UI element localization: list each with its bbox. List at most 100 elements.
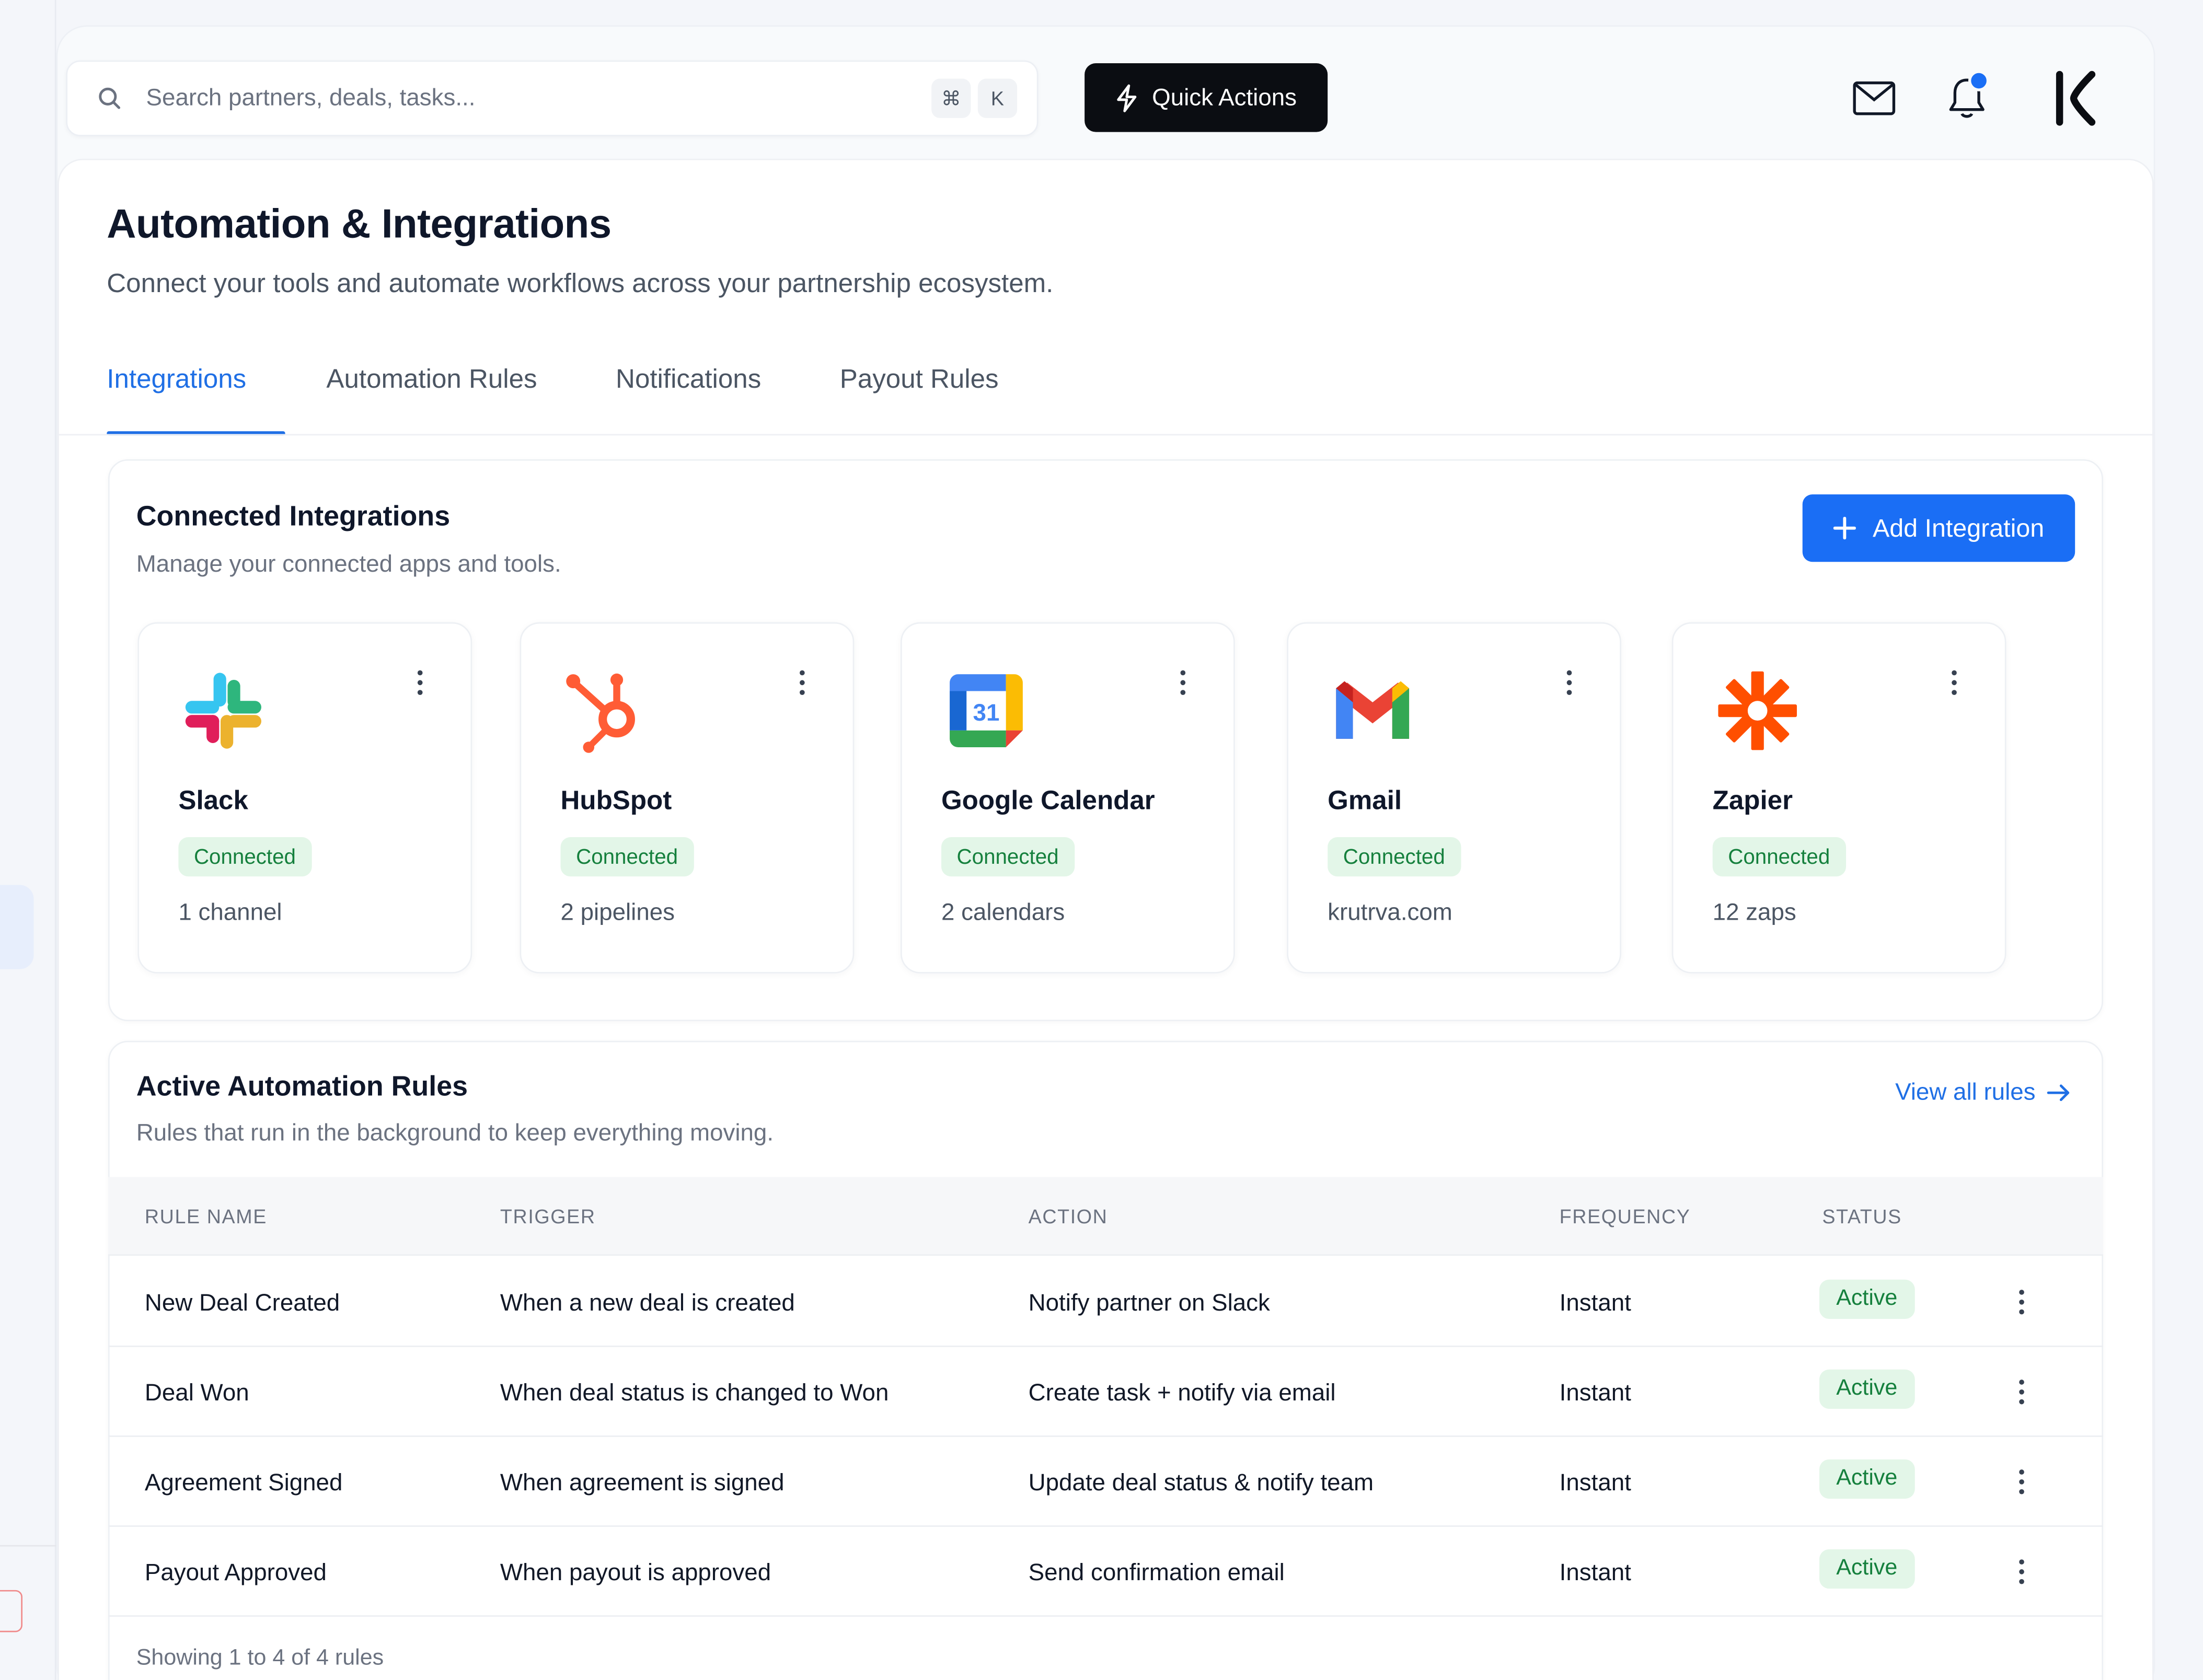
column-header-action[interactable]: ACTION (1029, 1205, 1108, 1227)
integrations-section-subtitle: Manage your connected apps and tools. (136, 550, 561, 577)
status-badge: Active (1819, 1279, 1914, 1319)
status-badge: Active (1819, 1459, 1914, 1499)
slack-logo-icon (185, 673, 261, 749)
sidebar (0, 0, 56, 1680)
add-integration-button[interactable]: Add Integration (1802, 494, 2075, 562)
integration-card-gmail[interactable]: Gmail Connected krutrva.com (1287, 622, 1621, 974)
integration-card-zapier[interactable]: Zapier Connected 12 zaps (1671, 622, 2006, 974)
more-vertical-icon (2019, 1559, 2024, 1584)
app-root: ⌘ K Quick Actions Automation & Integrati… (0, 0, 2203, 1680)
table-row[interactable]: New Deal Created When a new deal is crea… (108, 1257, 2103, 1347)
integration-name: Zapier (1712, 786, 1793, 816)
integration-card-google-calendar[interactable]: 31 Google Calendar Connected 2 calendars (901, 622, 1235, 974)
tab-divider (57, 434, 2154, 436)
table-row[interactable]: Deal Won When deal status is changed to … (108, 1347, 2103, 1437)
frequency-cell: Instant (1559, 1559, 1631, 1586)
rules-section-title: Active Automation Rules (136, 1071, 468, 1103)
integration-menu-button[interactable] (788, 666, 816, 700)
sidebar-active-item[interactable] (0, 885, 34, 969)
table-row[interactable]: Payout Approved When payout is approved … (108, 1527, 2103, 1617)
quick-actions-button[interactable]: Quick Actions (1085, 63, 1328, 132)
row-menu-button[interactable] (2008, 1555, 2036, 1589)
frequency-cell: Instant (1559, 1469, 1631, 1496)
rules-table-header: RULE NAME TRIGGER ACTION FREQUENCY STATU… (108, 1177, 2103, 1256)
column-header-frequency[interactable]: FREQUENCY (1560, 1205, 1691, 1227)
page-title: Automation & Integrations (107, 202, 612, 248)
view-all-rules-link[interactable]: View all rules (1895, 1079, 2069, 1107)
more-vertical-icon (1180, 670, 1186, 696)
gmail-logo-icon (1336, 681, 1410, 739)
action-cell: Create task + notify via email (1028, 1379, 1336, 1406)
status-badge: Active (1819, 1369, 1914, 1409)
integration-detail: krutrva.com (1328, 899, 1452, 926)
tab-payout-rules[interactable]: Payout Rules (840, 351, 999, 435)
add-integration-label: Add Integration (1872, 513, 2045, 542)
action-cell: Notify partner on Slack (1028, 1289, 1270, 1316)
tab-bar: Integrations Automation Rules Notificati… (107, 351, 999, 436)
tab-notifications[interactable]: Notifications (616, 351, 761, 435)
arrow-right-icon (2047, 1084, 2069, 1102)
logout-icon[interactable] (0, 1590, 23, 1632)
status-badge: Connected (178, 837, 312, 877)
search-bar[interactable]: ⌘ K (66, 60, 1039, 136)
rules-section-subtitle: Rules that run in the background to keep… (136, 1119, 774, 1146)
integration-detail: 2 pipelines (560, 899, 675, 926)
rule-name-cell: Payout Approved (144, 1559, 327, 1586)
mail-button[interactable] (1849, 73, 1899, 124)
more-vertical-icon (800, 670, 805, 696)
trigger-cell: When deal status is changed to Won (500, 1379, 889, 1406)
integration-menu-button[interactable] (406, 666, 434, 700)
integration-detail: 1 channel (178, 899, 282, 926)
more-vertical-icon (2019, 1469, 2024, 1494)
notification-dot (1968, 70, 1990, 91)
integration-name: Gmail (1328, 786, 1402, 816)
integration-detail: 12 zaps (1712, 899, 1796, 926)
brand-logo-icon (2056, 71, 2096, 126)
mail-icon (1853, 81, 1896, 115)
status-badge: Connected (560, 837, 694, 877)
integration-menu-button[interactable] (1555, 666, 1584, 700)
rule-name-cell: Agreement Signed (144, 1469, 343, 1496)
integration-card-slack[interactable]: Slack Connected 1 channel (137, 622, 472, 974)
integrations-section-title: Connected Integrations (136, 501, 451, 532)
calendar-day-text: 31 (973, 699, 1000, 726)
column-header-status[interactable]: STATUS (1822, 1205, 1902, 1227)
more-vertical-icon (1952, 670, 1957, 696)
row-menu-button[interactable] (2008, 1285, 2036, 1319)
table-pagination-summary: Showing 1 to 4 of 4 rules (136, 1646, 384, 1671)
sidebar-divider (0, 1545, 56, 1547)
search-input[interactable] (146, 84, 925, 113)
column-header-trigger[interactable]: TRIGGER (500, 1205, 596, 1227)
integration-name: Google Calendar (941, 786, 1155, 816)
integration-menu-button[interactable] (1169, 666, 1197, 700)
google-calendar-logo-icon: 31 (950, 674, 1023, 748)
integration-menu-button[interactable] (1940, 666, 1968, 700)
view-all-rules-label: View all rules (1895, 1079, 2036, 1106)
shortcut-key-k: K (977, 78, 1018, 118)
notifications-button[interactable] (1942, 70, 1992, 124)
status-badge: Active (1819, 1549, 1914, 1589)
trigger-cell: When a new deal is created (500, 1289, 795, 1316)
integration-name: Slack (178, 786, 248, 816)
quick-actions-label: Quick Actions (1152, 83, 1297, 111)
tab-automation-rules[interactable]: Automation Rules (326, 351, 537, 435)
shortcut-key-cmd: ⌘ (931, 78, 971, 118)
zapier-logo-icon (1718, 671, 1797, 750)
brand-logo[interactable] (2048, 67, 2105, 129)
plus-icon (1833, 517, 1856, 540)
status-badge: Connected (1712, 837, 1846, 877)
table-row[interactable]: Agreement Signed When agreement is signe… (108, 1437, 2103, 1527)
integration-card-hubspot[interactable]: HubSpot Connected 2 pipelines (520, 622, 855, 974)
action-cell: Update deal status & notify team (1028, 1469, 1374, 1496)
rule-name-cell: Deal Won (144, 1379, 249, 1406)
frequency-cell: Instant (1559, 1289, 1631, 1316)
row-menu-button[interactable] (2008, 1375, 2036, 1409)
status-badge: Connected (1328, 837, 1461, 877)
more-vertical-icon (2019, 1380, 2024, 1405)
lightning-icon (1117, 84, 1137, 112)
column-header-rule-name[interactable]: RULE NAME (145, 1205, 267, 1227)
row-menu-button[interactable] (2008, 1465, 2036, 1499)
tab-integrations[interactable]: Integrations (107, 351, 286, 436)
rule-name-cell: New Deal Created (144, 1289, 340, 1316)
search-icon (99, 87, 121, 109)
